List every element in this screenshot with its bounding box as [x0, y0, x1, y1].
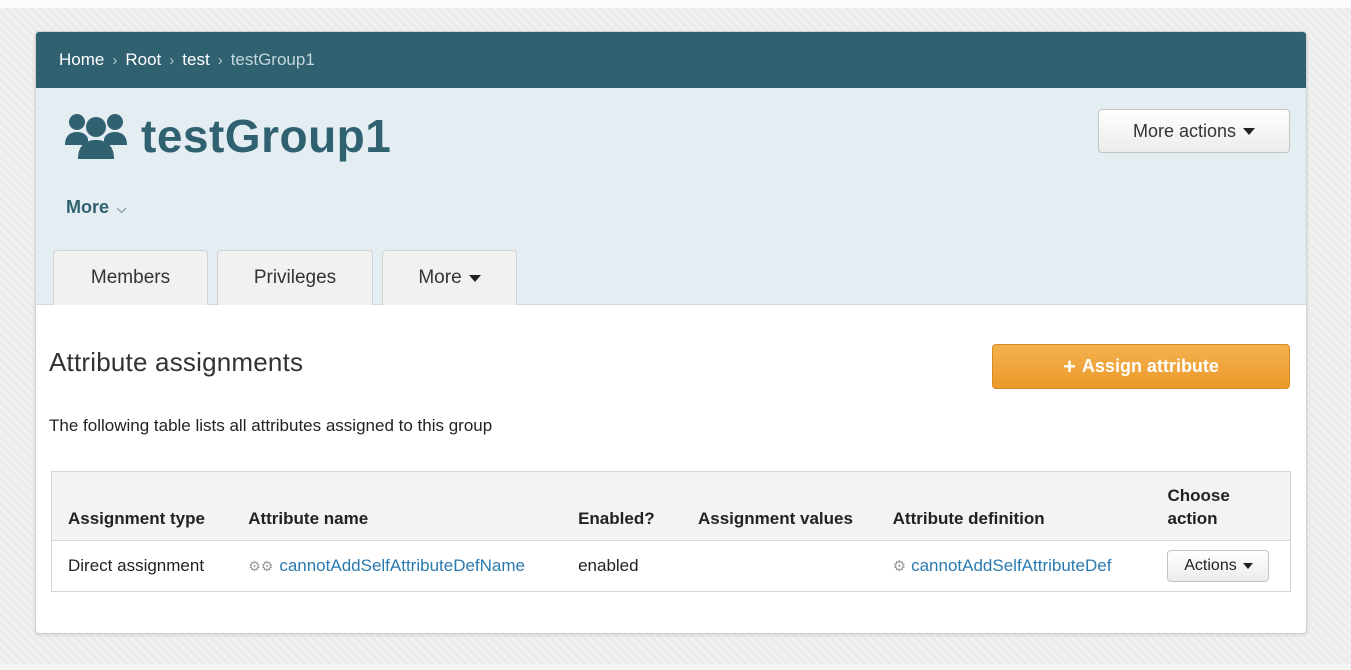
actions-label: Actions — [1184, 557, 1237, 574]
tab-label: Members — [90, 267, 171, 288]
attribute-name-link[interactable]: cannotAddSelfAttributeDefName — [279, 556, 525, 575]
page-title-wrap: testGroup1 — [65, 106, 391, 166]
caret-down-icon — [1242, 563, 1253, 569]
assignment-type-cell: Direct assignment — [68, 556, 205, 575]
breadcrumb-current: testGroup1 — [230, 50, 315, 69]
table-row: Direct assignment ⚙⚙ cannotAddSelfAttribu… — [52, 541, 1291, 592]
bottom-border — [0, 664, 1351, 670]
choose-action-cell: Actions — [1151, 541, 1290, 592]
breadcrumb-test[interactable]: test — [182, 50, 209, 70]
tab-more[interactable]: More — [382, 250, 517, 305]
assignment-values-cell — [682, 541, 877, 592]
tab-members[interactable]: Members — [53, 250, 208, 305]
column-header: Attribute definition — [876, 471, 1152, 541]
breadcrumb-separator: › — [112, 51, 118, 69]
chevron-down-icon — [116, 198, 127, 219]
breadcrumb-home[interactable]: Home — [59, 50, 104, 70]
breadcrumb: Home › Root › test › testGroup1 — [36, 32, 1306, 88]
breadcrumb-separator: › — [217, 51, 223, 69]
more-actions-button[interactable]: More actions — [1098, 109, 1290, 153]
column-header: Attribute name — [232, 471, 563, 541]
gear-icon: ⚙ — [892, 558, 907, 575]
section-description: The following table lists all attributes… — [49, 416, 493, 435]
tab-label: Privileges — [253, 267, 337, 288]
more-link-label: More — [66, 197, 110, 217]
breadcrumb-separator: › — [169, 51, 175, 69]
caret-down-icon — [1243, 127, 1256, 135]
attribute-definition-cell: ⚙ cannotAddSelfAttributeDef — [877, 541, 1152, 592]
column-header: Enabled? — [562, 471, 682, 541]
attribute-definition-link[interactable]: cannotAddSelfAttributeDef — [911, 556, 1111, 575]
enabled-cell: enabled — [578, 556, 639, 575]
column-header: Assignment values — [682, 471, 877, 541]
more-dropdown-link[interactable]: More — [66, 196, 127, 219]
column-header: Choose action — [1151, 471, 1291, 541]
caret-down-icon — [468, 274, 481, 282]
plus-icon: + — [1063, 353, 1076, 379]
page-title: testGroup1 — [141, 110, 392, 162]
table-header-row: Assignment type Attribute name Enabled? … — [51, 471, 1291, 541]
main-panel: Home › Root › test › testGroup1 testGrou… — [35, 31, 1307, 634]
column-header: Assignment type — [51, 471, 233, 541]
tab-label: More — [418, 267, 462, 288]
gears-icon: ⚙⚙ — [248, 558, 274, 574]
tab-bar: Members Privileges More — [53, 250, 526, 305]
group-icon — [65, 111, 127, 161]
top-border — [0, 0, 1351, 8]
tab-privileges[interactable]: Privileges — [217, 250, 373, 305]
attribute-name-cell: ⚙⚙ cannotAddSelfAttributeDefName — [232, 541, 562, 592]
section-title: Attribute assignments — [49, 347, 304, 377]
assign-attribute-label: Assign attribute — [1081, 356, 1219, 376]
assign-attribute-button[interactable]: + Assign attribute — [992, 344, 1290, 389]
more-actions-label: More actions — [1132, 120, 1237, 141]
breadcrumb-root[interactable]: Root — [125, 50, 161, 70]
attributes-table: Assignment type Attribute name Enabled? … — [51, 471, 1291, 592]
group-header: testGroup1 More actions More Members Pri… — [36, 88, 1306, 305]
actions-button[interactable]: Actions — [1167, 550, 1270, 582]
